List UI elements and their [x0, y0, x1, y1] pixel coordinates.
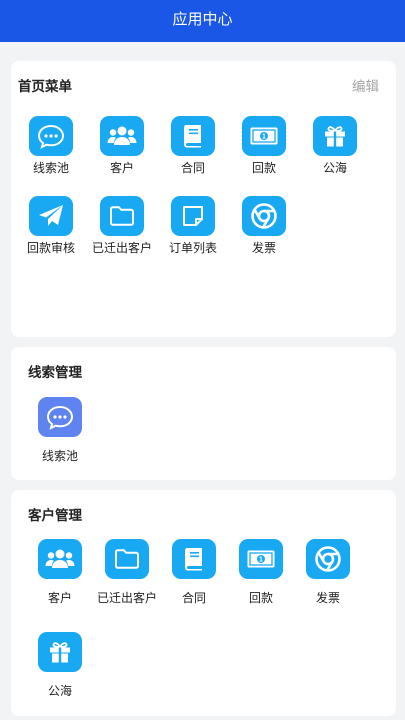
- menu-item-label: 客户: [109, 161, 134, 175]
- edit-button[interactable]: 编辑: [352, 75, 379, 95]
- menu-item-label: 订单列表: [168, 241, 217, 255]
- menu-item-label: 公海: [322, 161, 347, 175]
- chat-bubble-icon: [29, 116, 73, 156]
- menu-item-label: 发票: [251, 241, 276, 255]
- home-menu-card: 首页菜单 编辑 线索池 客户 合同 1 回款 公海 回款审核 已迁出客户 订单列…: [11, 61, 396, 337]
- menu-item-moved-customers[interactable]: 已迁出客户: [82, 196, 162, 255]
- menu-item-label: 回款: [251, 161, 276, 175]
- menu-item-label: 合同: [180, 161, 205, 175]
- menu-item-contracts[interactable]: 合同: [153, 116, 233, 175]
- banknote-icon: 1: [239, 539, 283, 579]
- paper-plane-icon: [29, 196, 73, 236]
- gift-icon: [38, 632, 82, 672]
- app-header: 应用中心: [0, 0, 405, 42]
- svg-text:1: 1: [262, 134, 266, 141]
- customers-item-label: 公海: [47, 684, 72, 698]
- leads-item-label: 线索池: [41, 449, 78, 463]
- customers-item-public-pool[interactable]: 公海: [20, 632, 100, 698]
- chrome-icon: [242, 196, 286, 236]
- menu-item-invoices[interactable]: 发票: [224, 196, 304, 255]
- menu-item-label: 已迁出客户: [91, 241, 152, 255]
- menu-item-label: 回款审核: [26, 241, 75, 255]
- users-icon: [38, 539, 82, 579]
- leads-management-title: 线索管理: [28, 365, 82, 381]
- menu-item-payment-review[interactable]: 回款审核: [11, 196, 91, 255]
- customer-management-card: 客户管理 客户 已迁出客户 合同 1 回款 发票 公海: [11, 490, 396, 716]
- menu-item-leads-pool[interactable]: 线索池: [11, 116, 91, 175]
- svg-text:1: 1: [259, 557, 263, 564]
- page-title: 应用中心: [172, 10, 233, 28]
- customers-item-invoices[interactable]: 发票: [288, 539, 368, 605]
- banknote-icon: 1: [242, 116, 286, 156]
- book-icon: [171, 116, 215, 156]
- menu-item-payments[interactable]: 1 回款: [224, 116, 304, 175]
- gift-icon: [313, 116, 357, 156]
- folder-icon: [105, 539, 149, 579]
- users-icon: [100, 116, 144, 156]
- chat-bubble-icon: [38, 397, 82, 437]
- folder-icon: [100, 196, 144, 236]
- menu-item-customers[interactable]: 客户: [82, 116, 162, 175]
- menu-item-order-list[interactable]: 订单列表: [153, 196, 233, 255]
- customers-item-label: 发票: [315, 591, 340, 605]
- book-icon: [172, 539, 216, 579]
- menu-item-label: 线索池: [32, 161, 69, 175]
- leads-item-pool[interactable]: 线索池: [20, 397, 100, 463]
- customer-management-title: 客户管理: [28, 508, 82, 524]
- leads-management-card: 线索管理 线索池: [11, 347, 396, 480]
- home-menu-title: 首页菜单: [18, 79, 72, 95]
- chrome-icon: [306, 539, 350, 579]
- menu-item-public-pool[interactable]: 公海: [295, 116, 375, 175]
- note-icon: [171, 196, 215, 236]
